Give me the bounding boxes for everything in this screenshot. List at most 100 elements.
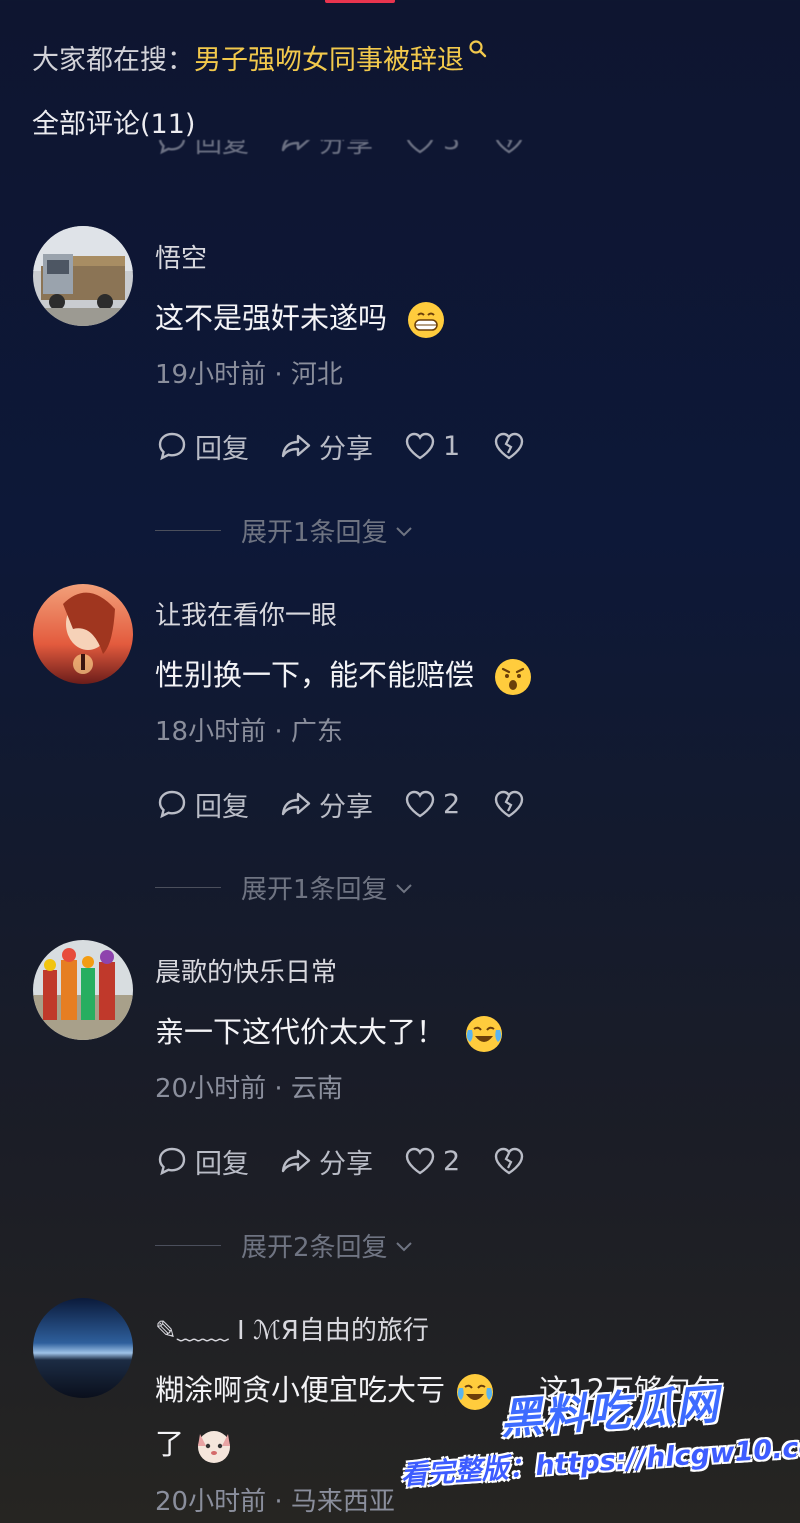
share-icon: [281, 1149, 311, 1173]
comment-text: 亲一下这代价太大了！: [155, 1005, 775, 1059]
like-button[interactable]: 2: [403, 787, 460, 821]
reply-label: 回复: [195, 1148, 249, 1180]
share-icon: [281, 140, 311, 152]
like-count: 2: [443, 788, 461, 820]
comment-time: 20小时前: [155, 1074, 267, 1104]
comment-time: 18小时前: [155, 717, 267, 747]
share-button[interactable]: 分享: [279, 140, 373, 160]
avatar[interactable]: [33, 226, 133, 326]
broken-heart-icon: [496, 140, 523, 154]
comment-body: 性别换一下，能不能赔偿: [155, 658, 475, 692]
comment-location: 马来西亚: [290, 1487, 395, 1517]
heart-icon: [405, 432, 435, 460]
dog-face-emoji: [198, 1431, 231, 1463]
site-watermark: 黑料吃瓜网 看完整版：https://hlcgw10.com: [400, 1370, 800, 1520]
reply-icon: [158, 790, 186, 819]
dislike-button[interactable]: [492, 140, 526, 157]
reply-label: 回复: [195, 791, 249, 823]
landscape-avatar-image: [33, 1298, 133, 1398]
grinning-face-emoji: [408, 302, 445, 338]
like-count: 2: [443, 1145, 461, 1177]
comment-time: 19小时前: [155, 360, 267, 390]
dislike-button[interactable]: [492, 1144, 526, 1178]
comment-meta: 20小时前 · 云南: [155, 1074, 343, 1104]
expand-label: 展开1条回复: [241, 518, 388, 548]
comment-body: 亲一下这代价太大了！: [155, 1015, 446, 1049]
illustrated-woman-avatar-image: [33, 584, 133, 684]
share-button[interactable]: 分享: [279, 427, 373, 466]
share-button[interactable]: 分享: [279, 1142, 373, 1181]
comment-actions: 回复 分享 1: [155, 426, 556, 466]
expand-label: 展开2条回复: [241, 1233, 388, 1263]
chevron-down-icon: [395, 526, 412, 536]
crying-laughing-emoji: [466, 1016, 503, 1052]
comment-location: 云南: [290, 1074, 343, 1104]
expand-replies-button[interactable]: 展开1条回复: [155, 869, 416, 906]
expand-replies-button[interactable]: 展开2条回复: [155, 1227, 416, 1264]
comment-username[interactable]: 悟空: [155, 238, 207, 275]
comment-location: 河北: [290, 360, 343, 390]
like-button[interactable]: 1: [403, 429, 460, 463]
share-icon: [281, 434, 311, 458]
comment-text: 性别换一下，能不能赔偿: [155, 648, 775, 702]
avatar[interactable]: [33, 1298, 133, 1398]
comment-username[interactable]: 让我在看你一眼: [155, 595, 337, 632]
comment-meta: 19小时前 · 河北: [155, 360, 343, 390]
avatar[interactable]: [33, 940, 133, 1040]
broken-heart-icon: [494, 432, 524, 460]
divider-line: [155, 530, 221, 531]
comment-body-line2: 了: [155, 1427, 185, 1461]
share-label: 分享: [319, 433, 373, 465]
dislike-button[interactable]: [492, 429, 526, 463]
comment-body: 这不是强奸未遂吗: [155, 301, 388, 335]
share-icon: [281, 792, 311, 816]
comment-username[interactable]: 晨歌的快乐日常: [155, 952, 337, 989]
reply-icon: [158, 1147, 186, 1176]
divider-line: [155, 1245, 221, 1246]
reply-icon: [158, 432, 186, 461]
like-count: 1: [443, 430, 461, 462]
dislike-button[interactable]: [492, 787, 526, 821]
comment-time: 20小时前: [155, 1487, 267, 1517]
reply-label: 回复: [195, 140, 249, 159]
share-label: 分享: [319, 1148, 373, 1180]
reply-button[interactable]: 回复: [155, 785, 249, 824]
reply-label: 回复: [195, 433, 249, 465]
comment-actions: 回复 分享 2: [155, 1141, 556, 1181]
reply-button[interactable]: 回复: [155, 140, 249, 160]
comment-location: 广东: [290, 717, 343, 747]
share-button[interactable]: 分享: [279, 785, 373, 824]
like-count: 3: [443, 140, 461, 156]
comment-meta: 20小时前 · 马来西亚: [155, 1487, 395, 1517]
search-suggestion[interactable]: 大家都在搜： 男子强吻女同事被辞退: [32, 34, 488, 80]
comment-username[interactable]: ✎﹏﹏ I ℳЯ自由的旅行: [155, 1310, 429, 1347]
chevron-down-icon: [395, 883, 412, 893]
shocked-face-emoji: [495, 659, 532, 695]
like-button[interactable]: 3: [403, 140, 460, 157]
reply-icon: [158, 140, 186, 155]
search-term-link[interactable]: 男子强吻女同事被辞退: [194, 38, 464, 77]
share-label: 分享: [319, 791, 373, 823]
festival-avatar-image: [33, 940, 133, 1040]
heart-icon: [406, 140, 434, 154]
reply-button[interactable]: 回复: [155, 427, 249, 466]
reply-button[interactable]: 回复: [155, 1142, 249, 1181]
heart-icon: [405, 1147, 435, 1175]
like-button[interactable]: 2: [403, 1144, 460, 1178]
previous-comment-actions: 回复 分享 3: [155, 140, 556, 180]
comment-meta: 18小时前 · 广东: [155, 717, 343, 747]
search-icon[interactable]: [468, 39, 488, 59]
divider-line: [155, 887, 221, 888]
avatar[interactable]: [33, 584, 133, 684]
top-accent-bar: [325, 0, 395, 3]
comment-count-heading: 全部评论(11): [32, 109, 196, 140]
heart-icon: [405, 790, 435, 818]
broken-heart-icon: [494, 1147, 524, 1175]
expand-label: 展开1条回复: [241, 875, 388, 905]
comment-actions: 回复 分享 2: [155, 784, 556, 824]
broken-heart-icon: [494, 790, 524, 818]
truck-avatar-image: [33, 226, 133, 326]
expand-replies-button[interactable]: 展开1条回复: [155, 512, 416, 549]
chevron-down-icon: [395, 1241, 412, 1251]
search-prefix: 大家都在搜：: [32, 44, 194, 76]
